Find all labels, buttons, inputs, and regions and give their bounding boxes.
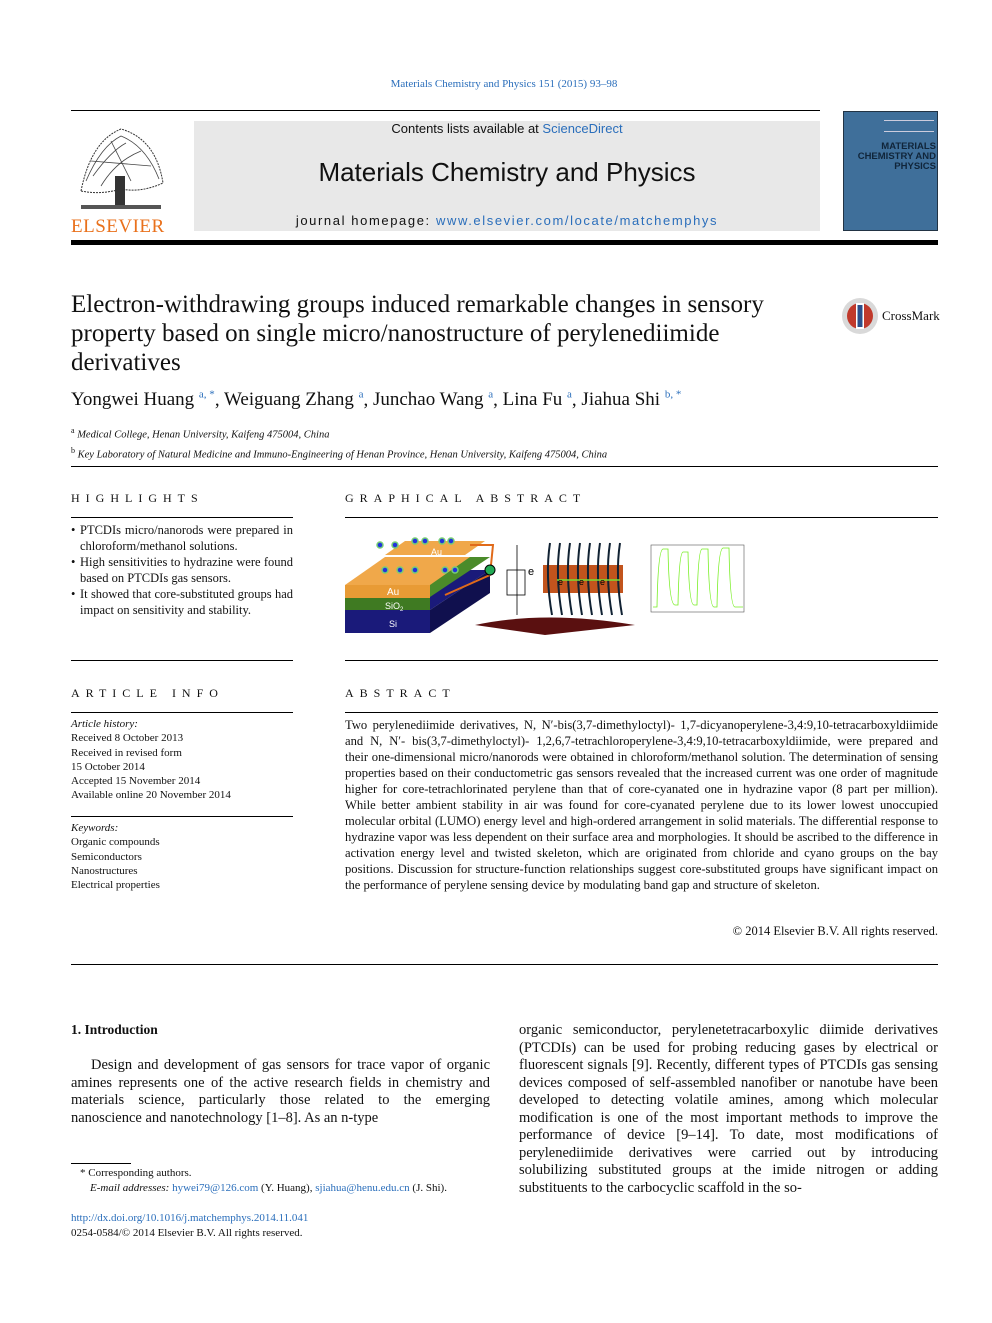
si-label: Si [389, 619, 397, 629]
author[interactable]: Junchao Wang a [373, 389, 493, 410]
journal-cover: MATERIALS CHEMISTRY AND PHYSICS [843, 111, 938, 231]
elsevier-wordmark: ELSEVIER [71, 216, 165, 237]
crossmark-button[interactable]: CrossMark [841, 297, 940, 335]
graphical-abstract-figure: Au Au SiO2 Si e e e e [345, 537, 745, 635]
email-link[interactable]: sjiahua@henu.edu.cn [315, 1182, 409, 1194]
cover-title: MATERIALS CHEMISTRY AND PHYSICS [857, 141, 936, 172]
affiliation: a Medical College, Henan University, Kai… [71, 426, 330, 441]
thick-divider [71, 240, 938, 245]
elsevier-tree-icon [71, 121, 171, 213]
divider [71, 964, 938, 965]
journal-title: Materials Chemistry and Physics [318, 157, 696, 187]
au-label-top: Au [431, 547, 442, 557]
elsevier-logo: ELSEVIER [71, 121, 171, 237]
svg-text:e: e [558, 577, 563, 587]
footnote: * Corresponding authors. E-mail addresse… [80, 1167, 447, 1194]
highlight-item: High sensitivities to hydrazine were fou… [71, 554, 293, 586]
molecule-sketch [506, 545, 526, 615]
svg-text:e: e [600, 577, 605, 587]
homepage-label: journal homepage: [295, 213, 436, 228]
device-schematic: Au Au SiO2 Si [345, 537, 496, 633]
article-history: Article history: Received 8 October 2013… [71, 717, 293, 803]
history-label: Article history: [71, 718, 138, 730]
journal-banner: Contents lists available at ScienceDirec… [194, 121, 820, 231]
keyword: Semiconductors [71, 850, 142, 863]
au-label: Au [387, 587, 399, 598]
divider [71, 466, 938, 467]
author-list: Yongwei Huang a, *, Weiguang Zhang a, Ju… [71, 389, 682, 411]
svg-text:e: e [579, 577, 584, 587]
electron-label: e [528, 566, 534, 578]
divider [71, 110, 820, 111]
divider [71, 660, 293, 661]
author[interactable]: Jiahua Shi b, * [581, 389, 681, 410]
issn-text: 0254-0584/© 2014 Elsevier B.V. All right… [71, 1227, 303, 1239]
crossmark-icon [842, 298, 878, 334]
doi-block: http://dx.doi.org/10.1016/j.matchemphys.… [71, 1211, 308, 1241]
footnote-divider [71, 1163, 131, 1164]
divider [71, 816, 293, 817]
divider [71, 712, 293, 713]
intro-paragraph-col2: organic semiconductor, perylenetetracarb… [519, 1022, 938, 1196]
divider [345, 712, 938, 713]
contents-text: Contents lists available at [391, 121, 543, 136]
corresponding-note: * Corresponding authors. [80, 1167, 192, 1179]
sio2-label: SiO [385, 601, 400, 611]
author[interactable]: Lina Fu a [503, 389, 572, 410]
highlight-item: It showed that core-substituted groups h… [71, 586, 293, 618]
intro-paragraph-col1: Design and development of gas sensors fo… [71, 1057, 490, 1126]
homepage-link[interactable]: www.elsevier.com/locate/matchemphys [436, 213, 718, 228]
affiliations: a Medical College, Henan University, Kai… [71, 423, 607, 462]
keyword: Organic compounds [71, 836, 160, 849]
journal-reference[interactable]: Materials Chemistry and Physics 151 (201… [0, 78, 992, 90]
history-item: Received in revised form [71, 746, 182, 759]
abstract-heading: ABSTRACT [345, 686, 456, 700]
response-plot [650, 544, 745, 613]
keywords-label: Keywords: [71, 822, 119, 834]
history-item: Available online 20 November 2014 [71, 789, 231, 802]
history-item: Received 8 October 2013 [71, 732, 184, 745]
doi-link[interactable]: http://dx.doi.org/10.1016/j.matchemphys.… [71, 1212, 308, 1224]
highlights-heading: HIGHLIGHTS [71, 491, 204, 505]
graphical-abstract-heading: GRAPHICAL ABSTRACT [345, 491, 587, 505]
nanorod-stack: e e e [543, 542, 623, 616]
abstract-text: Two perylenediimide derivatives, N, N′-b… [345, 718, 938, 892]
keyword: Electrical properties [71, 879, 160, 892]
article-info-heading: ARTICLE INFO [71, 686, 224, 700]
author[interactable]: Weiguang Zhang a [224, 389, 364, 410]
divider [345, 517, 938, 518]
sciencedirect-link[interactable]: ScienceDirect [542, 121, 622, 136]
history-item: Accepted 15 November 2014 [71, 775, 201, 788]
author[interactable]: Yongwei Huang a, * [71, 389, 215, 410]
keywords: Keywords: Organic compounds Semiconducto… [71, 821, 293, 892]
article-title: Electron-withdrawing groups induced rema… [71, 291, 764, 376]
abstract-copyright: © 2014 Elsevier B.V. All rights reserved… [732, 924, 938, 938]
section-heading-introduction: 1. Introduction [71, 1022, 158, 1037]
highlights-list: PTCDIs micro/nanorods were prepared in c… [71, 522, 293, 618]
email-link[interactable]: hywei79@126.com [172, 1182, 258, 1194]
crossmark-label: CrossMark [882, 308, 940, 323]
divider [345, 660, 938, 661]
history-item: 15 October 2014 [71, 760, 145, 773]
affiliation: b Key Laboratory of Natural Medicine and… [71, 445, 608, 461]
divider [71, 517, 293, 518]
highlight-item: PTCDIs micro/nanorods were prepared in c… [71, 522, 293, 554]
keyword: Nanostructures [71, 864, 138, 877]
